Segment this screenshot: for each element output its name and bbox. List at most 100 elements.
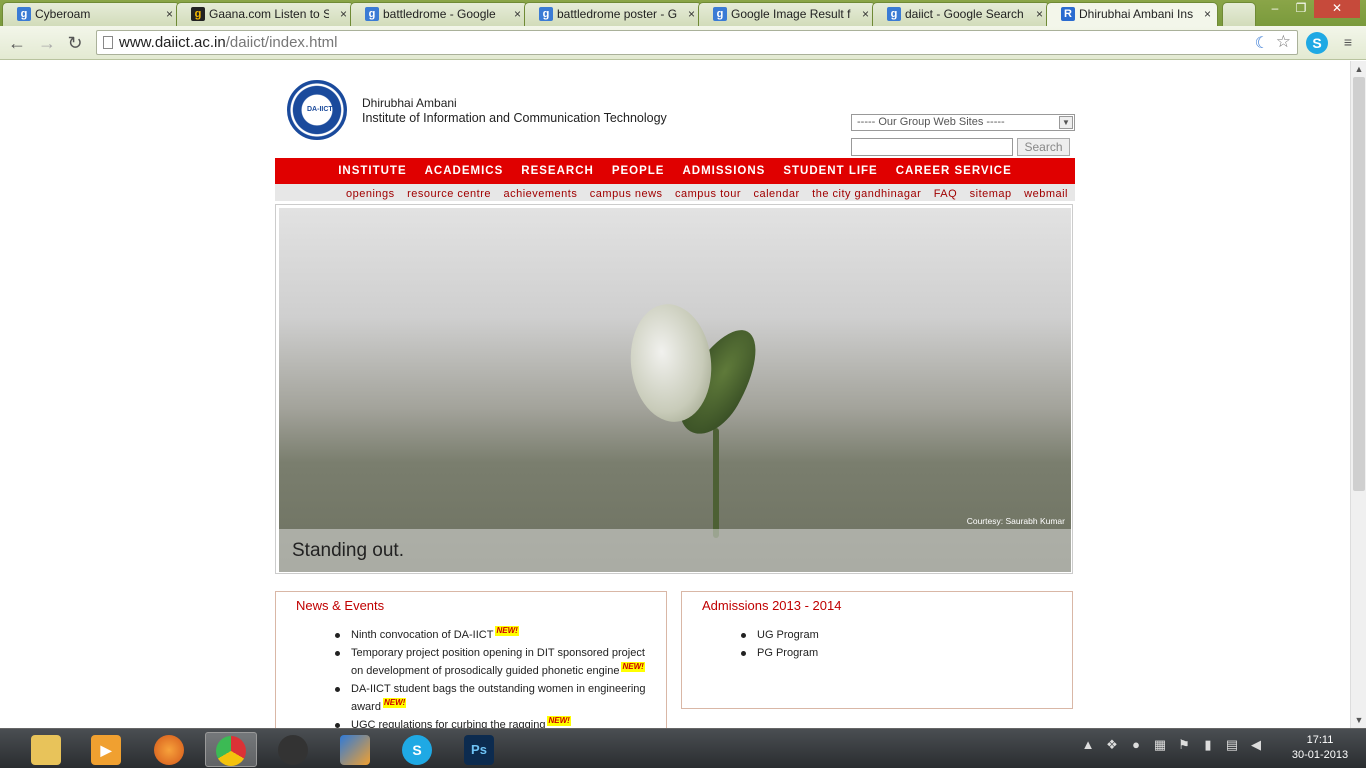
flower-stem: [713, 428, 719, 538]
subnav-resource-centre[interactable]: resource centre: [407, 188, 491, 200]
news-item-text: Temporary project position opening in DI…: [351, 647, 645, 677]
close-icon[interactable]: ×: [688, 7, 695, 21]
tab-label: Gaana.com Listen to S: [209, 7, 329, 21]
gaana-icon: g: [191, 7, 205, 21]
skype-extension-icon[interactable]: S: [1306, 32, 1328, 54]
app-icon[interactable]: [267, 732, 319, 767]
new-tab-button[interactable]: [1222, 2, 1256, 26]
close-icon[interactable]: ×: [862, 7, 869, 21]
bookmark-star-icon[interactable]: ☆: [1276, 32, 1291, 52]
hero-credit: Courtesy: Saurabh Kumar: [966, 516, 1065, 526]
news-item[interactable]: Temporary project position opening in DI…: [335, 644, 656, 680]
news-events-box: News & Events Ninth convocation of DA-II…: [275, 591, 667, 728]
skype-icon[interactable]: S: [391, 732, 443, 767]
page-icon: [103, 36, 113, 49]
tab-daiict[interactable]: R Dhirubhai Ambani Ins ×: [1046, 2, 1218, 26]
close-icon[interactable]: ×: [1036, 7, 1043, 21]
group-websites-select[interactable]: ----- Our Group Web Sites ----- ▼: [851, 114, 1075, 131]
back-icon[interactable]: ←: [6, 32, 28, 54]
close-icon[interactable]: ×: [166, 7, 173, 21]
taskbar-clock[interactable]: 17:11 30-01-2013: [1290, 733, 1350, 763]
network-app-icon[interactable]: ▦: [1152, 737, 1168, 753]
subnav-openings[interactable]: openings: [346, 188, 395, 200]
dropbox-icon[interactable]: ❖: [1104, 737, 1120, 753]
search-button[interactable]: Search: [1017, 138, 1070, 156]
action-center-flag-icon[interactable]: ⚑: [1176, 737, 1192, 753]
evernote-icon[interactable]: ●: [1128, 737, 1144, 753]
tab-battledrome[interactable]: g battledrome - Google ×: [350, 2, 528, 26]
news-item-text: UGC regulations for curbing the ragging: [351, 719, 546, 728]
admissions-box: Admissions 2013 - 2014 UG Program PG Pro…: [681, 591, 1073, 709]
subnav-calendar[interactable]: calendar: [754, 188, 800, 200]
news-item[interactable]: DA-IICT student bags the outstanding wom…: [335, 680, 656, 716]
network-icon[interactable]: ▤: [1224, 737, 1240, 753]
nav-student-life[interactable]: STUDENT LIFE: [774, 158, 886, 184]
tray-expand-icon[interactable]: ▲: [1080, 737, 1096, 753]
power-icon[interactable]: ▮: [1200, 737, 1216, 753]
url-host: www.daiict.ac.in: [119, 34, 226, 51]
chrome-menu-icon[interactable]: ≡: [1340, 34, 1356, 50]
subnav-city-gandhinagar[interactable]: the city gandhinagar: [812, 188, 921, 200]
close-icon[interactable]: ×: [1204, 7, 1211, 21]
admissions-item[interactable]: PG Program: [741, 644, 1062, 662]
tab-daiict-search[interactable]: g daiict - Google Search ×: [872, 2, 1050, 26]
chrome-icon[interactable]: [205, 732, 257, 767]
reload-icon[interactable]: ↻: [64, 32, 86, 54]
address-bar[interactable]: www.daiict.ac.in/daiict/index.html ☾ ☆: [96, 30, 1298, 55]
new-badge: NEW!: [382, 698, 407, 708]
subnav-webmail[interactable]: webmail: [1024, 188, 1068, 200]
admissions-title: Admissions 2013 - 2014: [702, 598, 842, 613]
close-icon[interactable]: ×: [514, 7, 521, 21]
news-item[interactable]: Ninth convocation of DA-IICT NEW!: [335, 626, 656, 644]
nav-academics[interactable]: ACADEMICS: [416, 158, 513, 184]
subnav-sitemap[interactable]: sitemap: [970, 188, 1012, 200]
close-icon[interactable]: ×: [340, 7, 347, 21]
forward-icon[interactable]: →: [36, 32, 58, 54]
window-close-icon[interactable]: ✕: [1314, 0, 1360, 18]
subnav-faq[interactable]: FAQ: [934, 188, 958, 200]
clock-date: 30-01-2013: [1291, 749, 1349, 761]
news-item[interactable]: UGC regulations for curbing the ragging N…: [335, 716, 656, 728]
nav-people[interactable]: PEOPLE: [603, 158, 674, 184]
nav-admissions[interactable]: ADMISSIONS: [673, 158, 774, 184]
extension-icon[interactable]: ☾: [1255, 33, 1269, 53]
tab-label: battledrome - Google: [383, 7, 496, 21]
search-input[interactable]: [851, 138, 1013, 156]
tab-image-result[interactable]: g Google Image Result f ×: [698, 2, 876, 26]
subnav-achievements[interactable]: achievements: [503, 188, 577, 200]
nav-institute[interactable]: INSTITUTE: [329, 158, 415, 184]
tab-gaana[interactable]: g Gaana.com Listen to S ×: [176, 2, 354, 26]
media-player-icon[interactable]: ▶: [80, 732, 132, 767]
new-badge: NEW!: [547, 716, 571, 726]
photoshop-icon[interactable]: Ps: [453, 732, 505, 767]
maximize-icon[interactable]: ❐: [1288, 0, 1314, 18]
volume-icon[interactable]: ◀: [1248, 737, 1264, 753]
sub-nav: openings resource centre achievements ca…: [275, 184, 1075, 201]
firefox-icon[interactable]: [143, 732, 195, 767]
scrollbar-thumb[interactable]: [1353, 77, 1365, 491]
news-list: Ninth convocation of DA-IICT NEW! Tempora…: [335, 626, 656, 728]
subnav-campus-tour[interactable]: campus tour: [675, 188, 741, 200]
daiict-logo[interactable]: DA-IICT: [287, 80, 347, 140]
google-icon: g: [17, 7, 31, 21]
group-select-value: ----- Our Group Web Sites -----: [857, 116, 1005, 128]
tab-cyberoam[interactable]: g Cyberoam ×: [2, 2, 180, 26]
tab-label: Dhirubhai Ambani Ins: [1079, 7, 1193, 21]
nav-career-service[interactable]: CAREER SERVICE: [887, 158, 1021, 184]
nav-research[interactable]: RESEARCH: [512, 158, 603, 184]
google-icon: g: [713, 7, 727, 21]
scroll-up-icon[interactable]: ▲: [1351, 61, 1366, 77]
logo-text: DA-IICT: [307, 106, 333, 113]
institute-name-line2: Institute of Information and Communicati…: [362, 111, 667, 125]
subnav-campus-news[interactable]: campus news: [590, 188, 663, 200]
google-icon: g: [887, 7, 901, 21]
chevron-down-icon[interactable]: ▼: [1059, 116, 1073, 129]
tab-battledrome-poster[interactable]: g battledrome poster - G ×: [524, 2, 702, 26]
scroll-down-icon[interactable]: ▼: [1351, 712, 1366, 728]
explorer-icon[interactable]: [20, 732, 72, 767]
admissions-item[interactable]: UG Program: [741, 626, 1062, 644]
browser-toolbar: ← → ↻ www.daiict.ac.in/daiict/index.html…: [0, 26, 1366, 60]
app2-icon[interactable]: [329, 732, 381, 767]
minimize-icon[interactable]: –: [1262, 0, 1288, 18]
page-scrollbar[interactable]: ▲ ▼: [1350, 61, 1366, 728]
